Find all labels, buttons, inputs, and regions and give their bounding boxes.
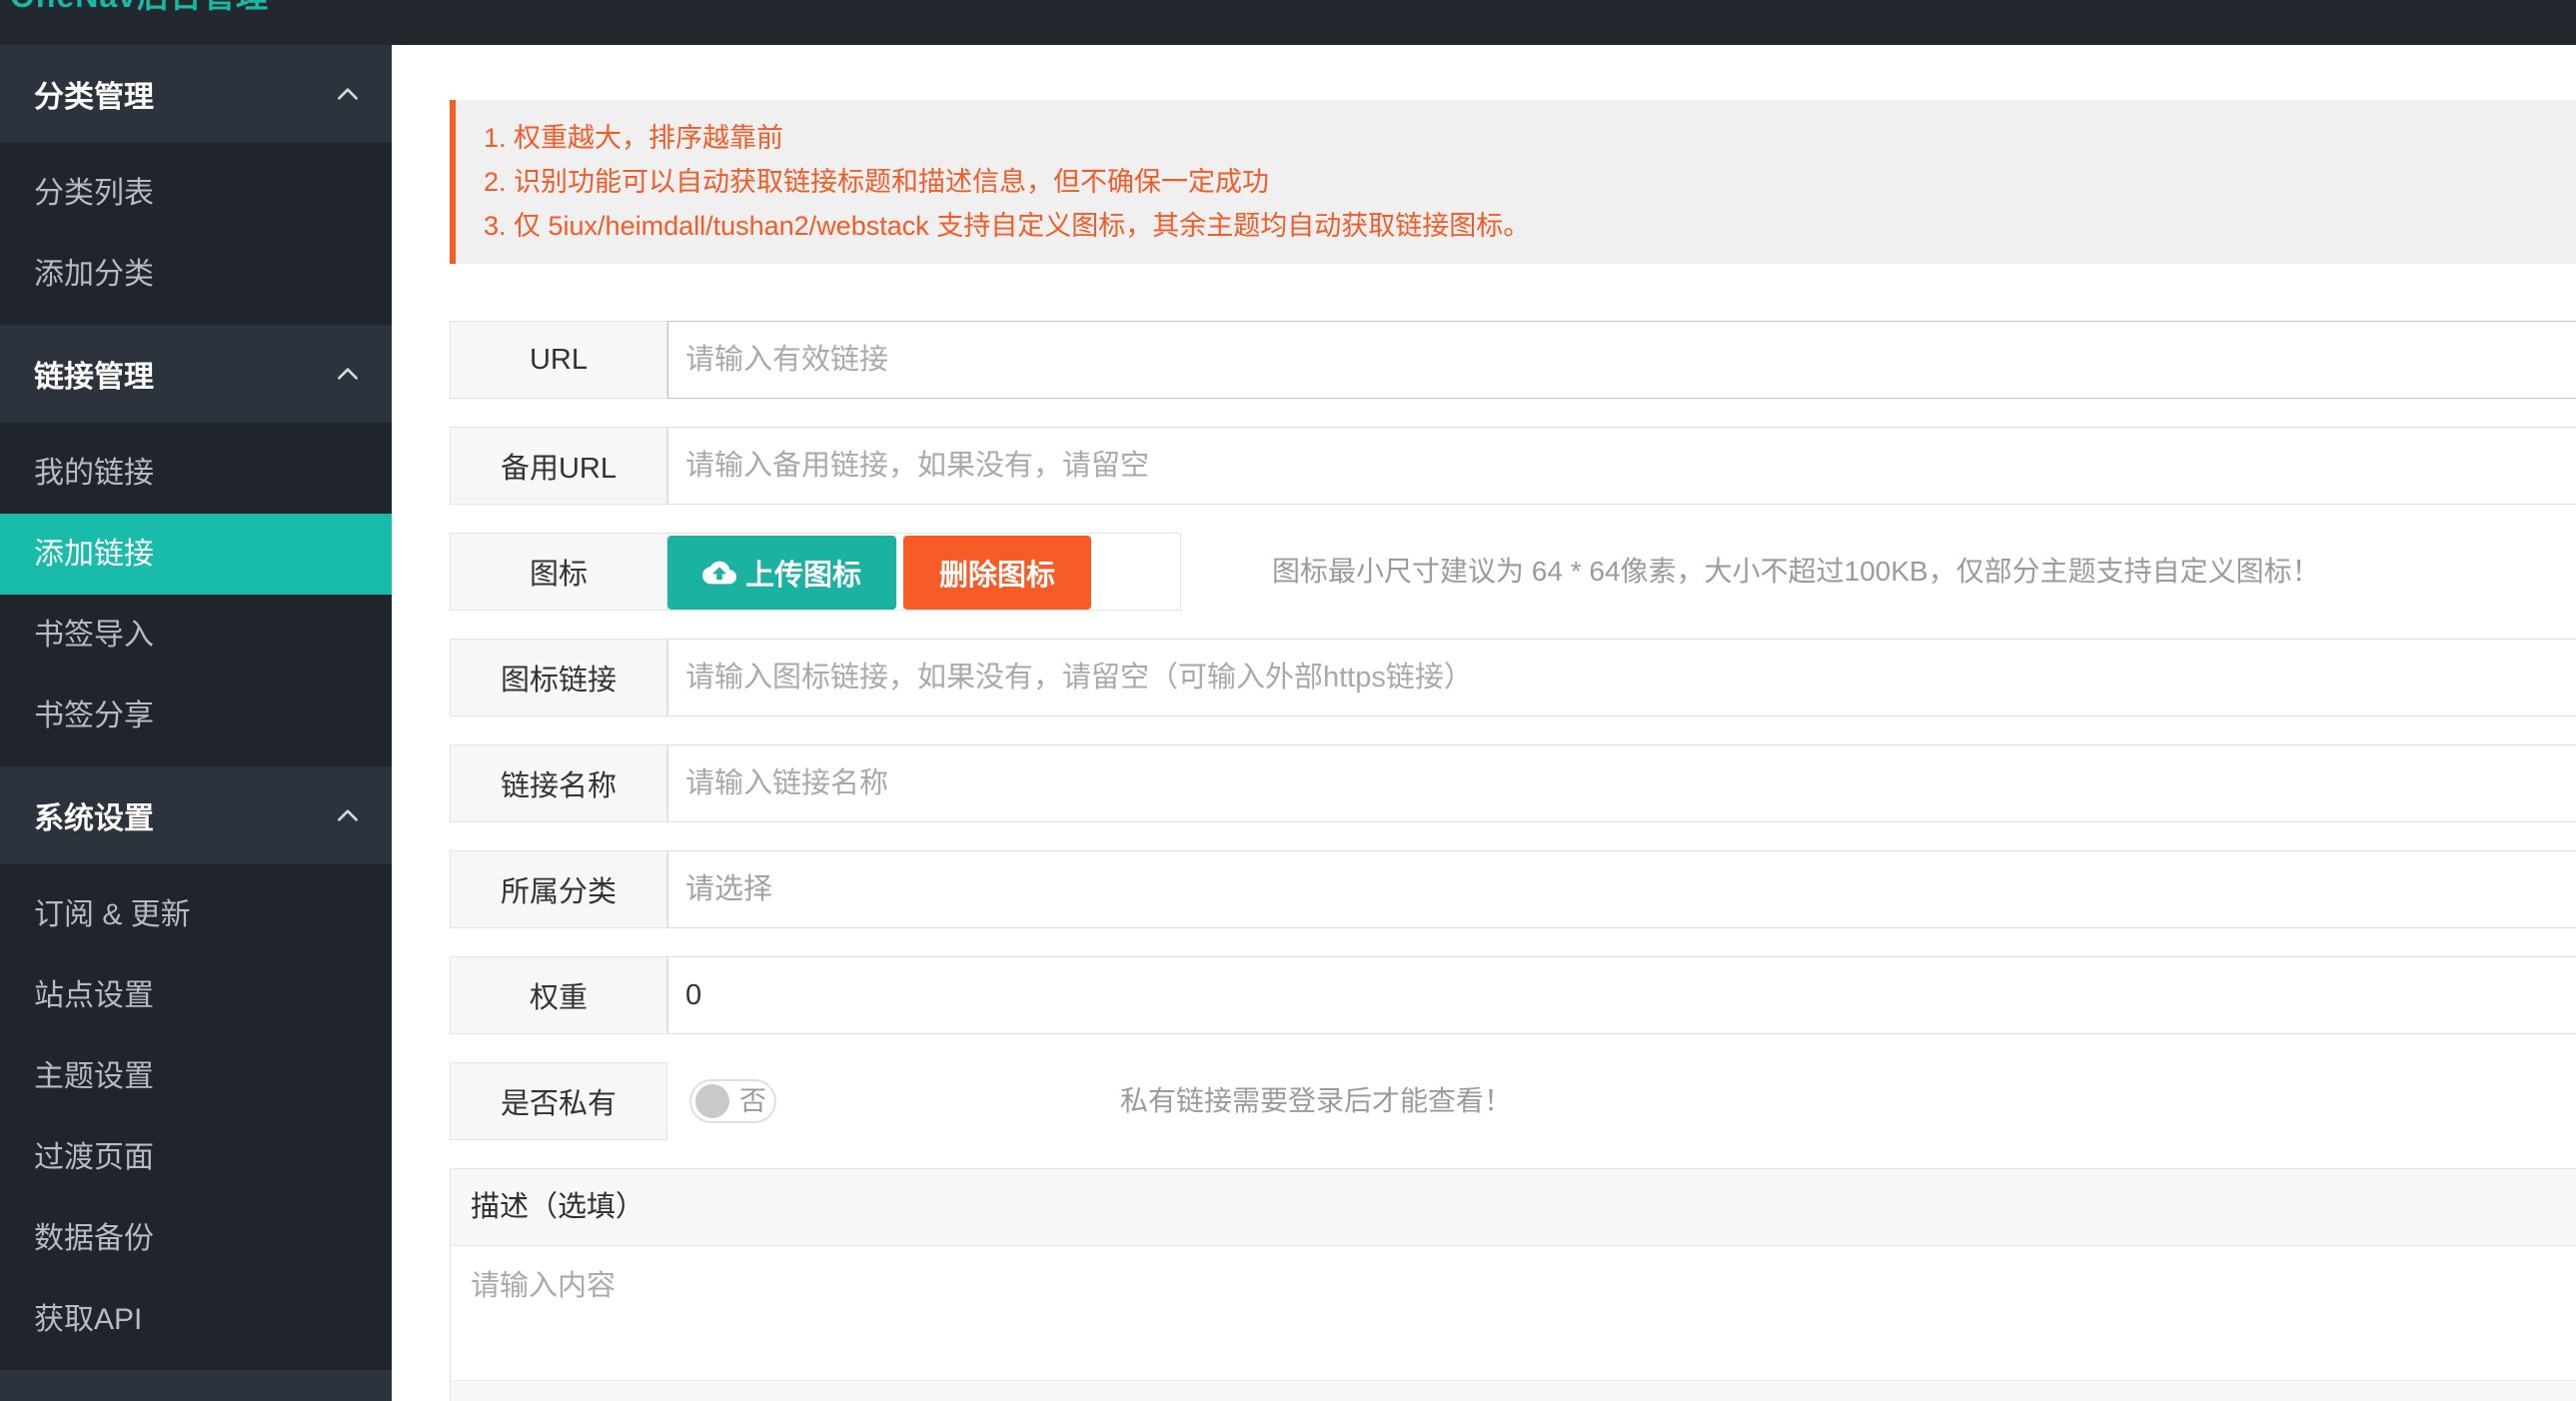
field-label-icon-link: 图标链接 [450,639,667,716]
sidebar-group-link-management[interactable]: 链接管理 [0,325,392,423]
group-label: 分类管理 [34,72,154,116]
description-footer [451,1380,2576,1401]
sidebar-next-group-cut [0,1370,392,1401]
form-row-backup-url: 备用URL [450,427,2576,505]
sidebar-group-system-settings[interactable]: 系统设置 [0,766,392,864]
field-label-private: 是否私有 [450,1062,667,1140]
group-label: 系统设置 [34,793,154,837]
sidebar-item-category-list[interactable]: 分类列表 [0,153,392,234]
icon-hint: 图标最小尺寸建议为 64 * 64像素，大小不超过100KB，仅部分主题支持自定… [1272,533,2320,611]
sidebar-item-site-settings[interactable]: 站点设置 [0,955,392,1036]
field-label-icon: 图标 [450,533,667,611]
description-section: 描述（选填） [450,1168,2576,1401]
field-label-weight: 权重 [450,956,667,1034]
field-label-backup-url: 备用URL [450,427,667,505]
description-textarea[interactable] [451,1246,2576,1380]
notice-line-3: 3. 仅 5iux/heimdall/tushan2/webstack 支持自定… [484,204,2562,248]
link-name-input[interactable] [667,744,2576,822]
topbar: OneNav后台管理 [0,0,2576,45]
group-label: 链接管理 [34,352,154,396]
form-row-category: 所属分类 请选择 [450,850,2576,928]
toggle-state-label: 否 [739,1081,766,1121]
cloud-upload-icon [702,556,736,590]
form-row-private: 是否私有 否 私有链接需要登录后才能查看！ [450,1062,2576,1140]
toggle-knob [695,1084,729,1118]
icon-link-input[interactable] [667,639,2576,716]
form-row-weight: 权重 [450,956,2576,1034]
sidebar-item-add-category[interactable]: 添加分类 [0,234,392,315]
private-toggle[interactable]: 否 [689,1079,776,1123]
description-label: 描述（选填） [451,1169,2576,1246]
sidebar: 分类管理 分类列表 添加分类 链接管理 我的链接 添加链接 书签导入 书签分享 … [0,45,392,1401]
sidebar-item-data-backup[interactable]: 数据备份 [0,1198,392,1279]
notice-box: 1. 权重越大，排序越靠前 2. 识别功能可以自动获取链接标题和描述信息，但不确… [450,100,2576,264]
delete-icon-label: 删除图标 [939,552,1055,594]
sidebar-item-get-api[interactable]: 获取API [0,1279,392,1360]
sidebar-item-add-link[interactable]: 添加链接 [0,514,392,595]
chevron-up-icon [334,360,362,388]
sidebar-item-subscribe-update[interactable]: 订阅 & 更新 [0,874,392,955]
url-input[interactable] [667,321,2576,399]
group-items-category: 分类列表 添加分类 [0,143,392,325]
main-content: 1. 权重越大，排序越靠前 2. 识别功能可以自动获取链接标题和描述信息，但不确… [392,45,2576,1401]
sidebar-item-transition-page[interactable]: 过渡页面 [0,1117,392,1198]
form-row-link-name: 链接名称 [450,744,2576,822]
form-row-url: URL [450,321,2576,399]
chevron-up-icon [334,80,362,108]
notice-line-1: 1. 权重越大，排序越靠前 [484,116,2562,160]
field-label-category: 所属分类 [450,850,667,928]
group-items-system: 订阅 & 更新 站点设置 主题设置 过渡页面 数据备份 获取API [0,864,392,1370]
sidebar-item-theme-settings[interactable]: 主题设置 [0,1036,392,1117]
backup-url-input[interactable] [667,427,2576,505]
sidebar-item-bookmark-import[interactable]: 书签导入 [0,595,392,676]
app-logo: OneNav后台管理 [10,0,269,14]
field-label-url: URL [450,321,667,399]
form-row-icon-link: 图标链接 [450,639,2576,716]
upload-icon-label: 上传图标 [745,552,861,594]
category-select[interactable]: 请选择 [667,850,2576,928]
group-items-link: 我的链接 添加链接 书签导入 书签分享 [0,423,392,766]
sidebar-item-bookmark-share[interactable]: 书签分享 [0,676,392,756]
sidebar-item-my-links[interactable]: 我的链接 [0,433,392,514]
chevron-up-icon [334,801,362,829]
icon-button-box: 上传图标 删除图标 [667,533,1181,611]
field-label-link-name: 链接名称 [450,744,667,822]
form-row-icon: 图标 上传图标 删除图标 图标最小尺寸建议为 64 * 64像素，大小不超过10… [450,533,2576,611]
delete-icon-button[interactable]: 删除图标 [903,536,1091,610]
private-hint: 私有链接需要登录后才能查看！ [1120,1062,1512,1140]
notice-line-2: 2. 识别功能可以自动获取链接标题和描述信息，但不确保一定成功 [484,160,2562,204]
upload-icon-button[interactable]: 上传图标 [667,536,896,610]
weight-input[interactable] [667,956,2576,1034]
sidebar-group-category-management[interactable]: 分类管理 [0,45,392,143]
